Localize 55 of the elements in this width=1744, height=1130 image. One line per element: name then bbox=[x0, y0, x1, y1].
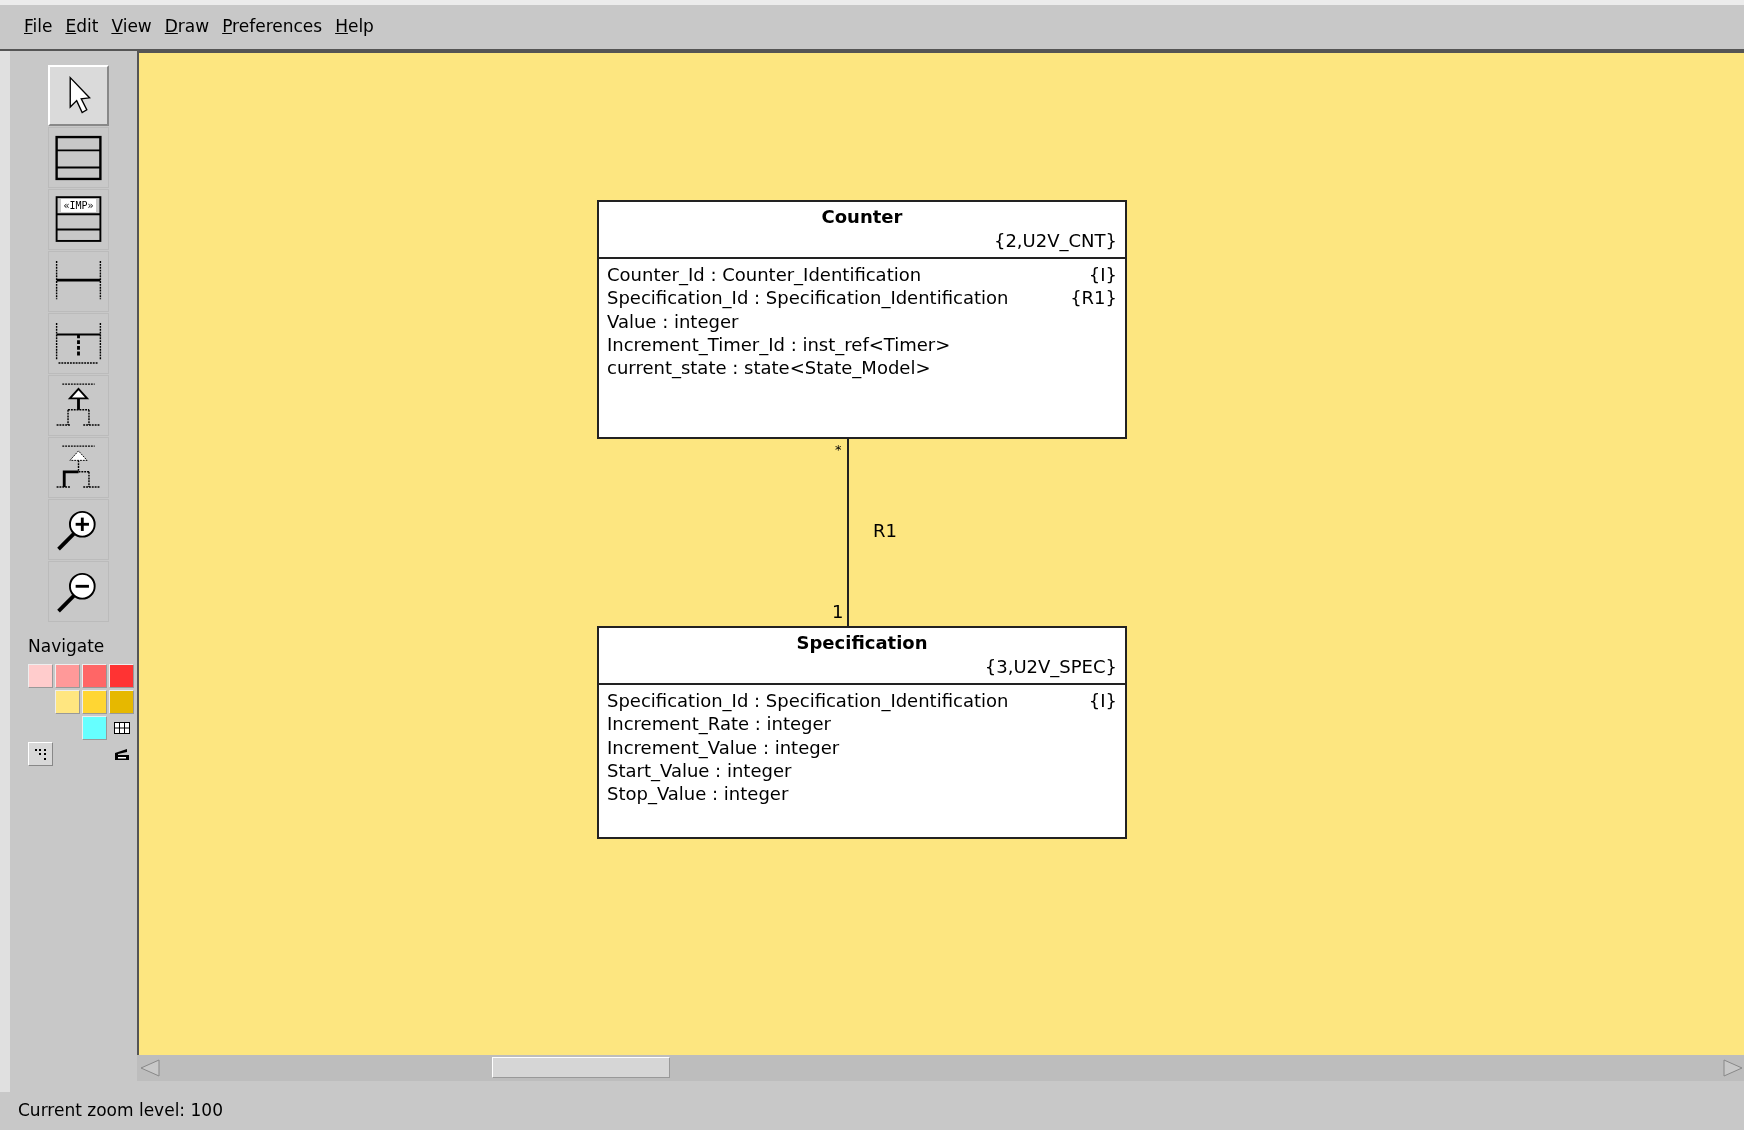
attribute-text: Increment_Value : integer bbox=[607, 735, 840, 759]
scroll-right-icon[interactable] bbox=[1722, 1059, 1744, 1077]
class-box[interactable]: Specification {3,U2V_SPEC} Specification_Id : Specification_Identification {I} Increment_Rate : integer Increment_Value : integer Start_Value : integer Stop_Value : integer bbox=[597, 626, 1127, 839]
attribute-text: Specification_Id : Specification_Identification bbox=[607, 689, 1009, 713]
tool-button[interactable] bbox=[48, 251, 109, 312]
attribute-text: Stop_Value : integer bbox=[607, 782, 789, 806]
tool-button[interactable] bbox=[48, 127, 109, 188]
multiplicity-label: * bbox=[835, 443, 842, 457]
color-swatch[interactable] bbox=[55, 689, 80, 714]
attribute-tag: {R1} bbox=[1070, 286, 1117, 310]
menu-item[interactable]: View bbox=[111, 14, 152, 40]
color-swatch[interactable] bbox=[82, 663, 107, 688]
class-key-letters: {2,U2V_CNT} bbox=[993, 229, 1117, 253]
attribute-text: Increment_Timer_Id : inst_ref<Timer> bbox=[607, 332, 951, 357]
color-swatch[interactable] bbox=[109, 689, 134, 714]
imp-label: «IMP» bbox=[61, 199, 96, 212]
tool-button[interactable] bbox=[48, 313, 109, 374]
association-label: R1 bbox=[873, 520, 897, 542]
class-box[interactable]: Counter {2,U2V_CNT} Counter_Id : Counter_Identification {I} Specification_Id : Specification_Identification {R1} Value : integer Increment_Timer_Id : inst_ref<Timer> current_state : state<State_Model> bbox=[597, 200, 1127, 439]
menu-item[interactable]: Edit bbox=[65, 14, 99, 40]
scroll-left-icon[interactable] bbox=[139, 1059, 161, 1077]
grid-icon[interactable] bbox=[113, 721, 130, 734]
attribute-text: current_state : state<State_Model> bbox=[607, 356, 931, 380]
zoom-out-button[interactable] bbox=[48, 561, 109, 622]
horizontal-scrollbar[interactable] bbox=[137, 1055, 1744, 1081]
attribute-tag: {I} bbox=[1088, 689, 1117, 713]
multiplicity-label: 1 bbox=[832, 601, 844, 623]
tool-button[interactable] bbox=[48, 375, 109, 436]
tool-button[interactable]: «IMP» bbox=[48, 189, 109, 250]
color-swatch[interactable] bbox=[55, 663, 80, 688]
attribute-text: Increment_Rate : integer bbox=[607, 712, 831, 736]
color-swatch[interactable] bbox=[82, 689, 107, 714]
navigate-label: Navigate bbox=[28, 635, 105, 658]
attribute-text: Start_Value : integer bbox=[607, 759, 792, 783]
menu-item[interactable]: Draw bbox=[164, 14, 210, 40]
attribute-tag: {I} bbox=[1088, 263, 1117, 287]
menu-item[interactable]: File bbox=[24, 14, 53, 40]
attribute-text: Specification_Id : Specification_Identification bbox=[607, 286, 1009, 310]
attribute-text: Value : integer bbox=[607, 309, 739, 333]
association-line[interactable] bbox=[846, 439, 850, 626]
scrollbar-thumb[interactable] bbox=[492, 1057, 670, 1078]
zoom-in-button[interactable] bbox=[48, 499, 109, 560]
class-name: Specification bbox=[796, 631, 928, 655]
menu-item[interactable]: Help bbox=[335, 14, 374, 40]
color-swatch[interactable] bbox=[82, 715, 107, 740]
attribute-text: Counter_Id : Counter_Identification bbox=[607, 263, 922, 287]
class-name: Counter bbox=[821, 205, 903, 229]
dots-button[interactable] bbox=[28, 741, 53, 766]
class-key-letters: {3,U2V_SPEC} bbox=[984, 655, 1117, 679]
dots-icon bbox=[33, 746, 48, 761]
status-text: Current zoom level: 100 bbox=[18, 1099, 223, 1123]
color-swatch[interactable] bbox=[109, 663, 134, 688]
tool-button[interactable] bbox=[48, 437, 109, 498]
color-swatch[interactable] bbox=[28, 663, 53, 688]
menu-item[interactable]: Preferences bbox=[222, 14, 323, 40]
